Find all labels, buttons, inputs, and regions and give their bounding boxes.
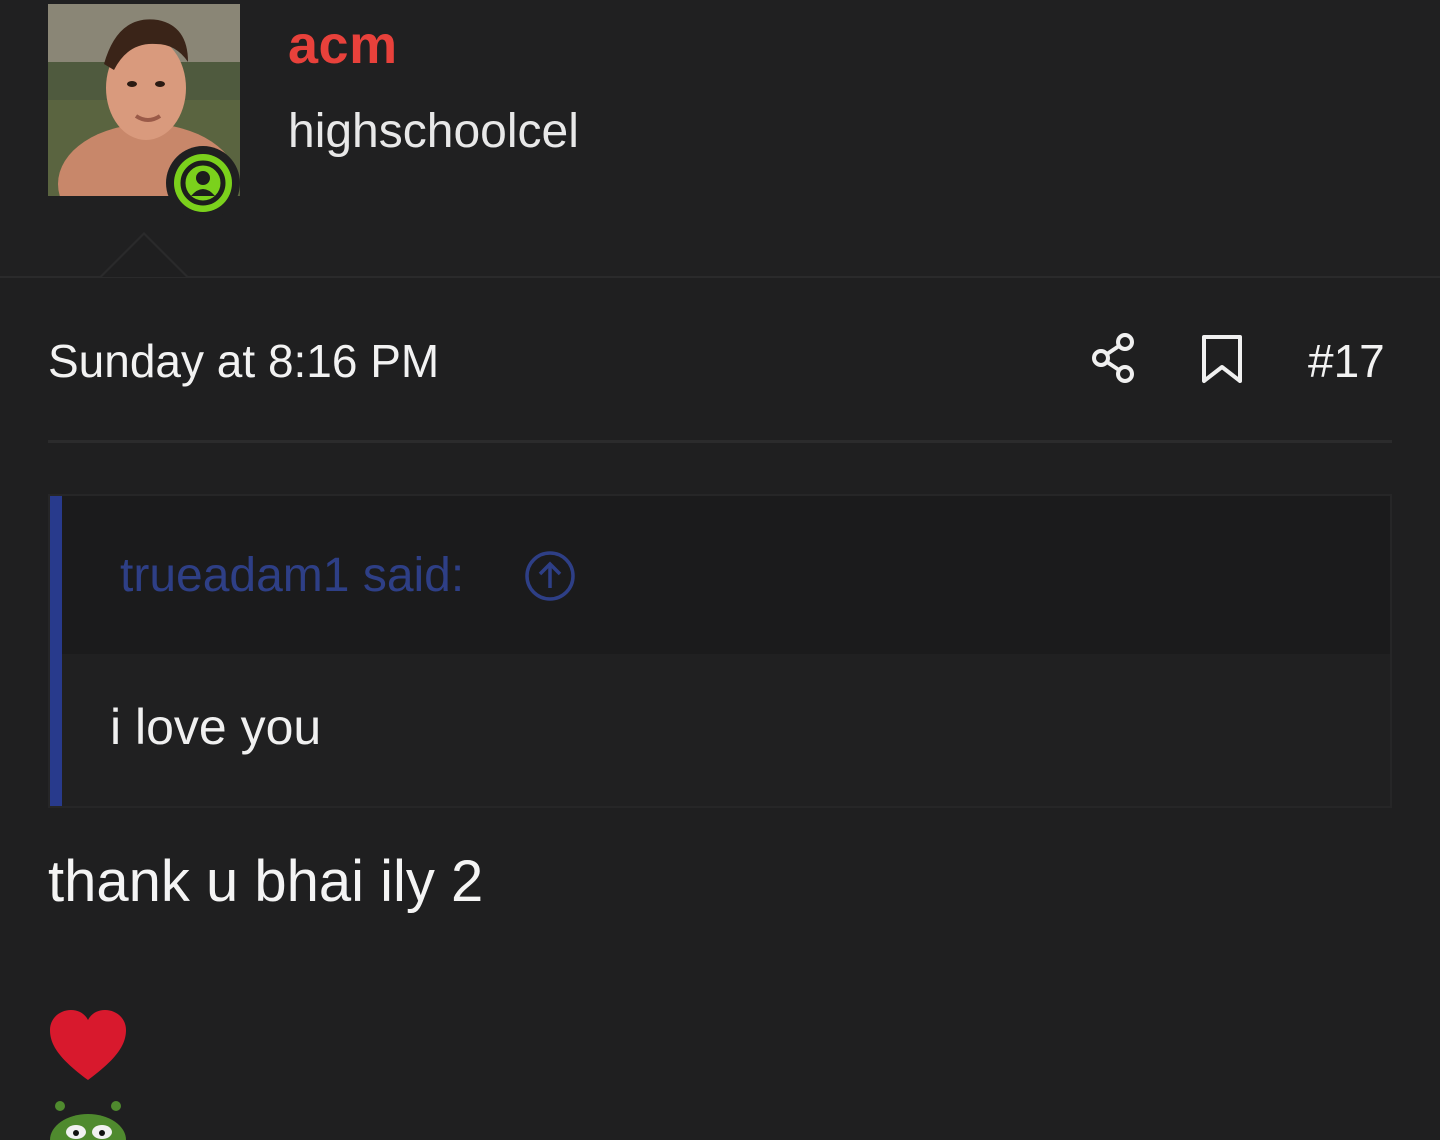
header-pointer (100, 232, 188, 277)
message-text: thank u bhai ily 2 (48, 849, 484, 914)
quote-author-link[interactable]: trueadam1 said: (120, 548, 464, 603)
quote-text: i love you (110, 699, 322, 755)
pepe-emoji (50, 1101, 126, 1140)
post-container: acm highschoolcel Sunday at 8:16 PM #17 … (0, 0, 1440, 1140)
quote-block: trueadam1 said: i love you (48, 494, 1392, 808)
meta-divider (48, 440, 1392, 443)
quote-accent-bar (50, 496, 62, 806)
online-user-icon (174, 154, 232, 212)
post-number-link[interactable]: #17 (1308, 334, 1385, 388)
bookmark-icon[interactable] (1200, 334, 1244, 384)
quote-body: i love you (62, 654, 1390, 806)
user-title: highschoolcel (288, 105, 579, 158)
online-status-badge (166, 146, 240, 220)
username-link[interactable]: acm (288, 14, 398, 76)
share-icon[interactable] (1090, 332, 1140, 384)
quote-header: trueadam1 said: (62, 496, 1390, 654)
arrow-up-circle-icon[interactable] (524, 550, 576, 602)
heart-emoji (50, 1010, 126, 1080)
post-date[interactable]: Sunday at 8:16 PM (48, 334, 439, 388)
post-user-header: acm highschoolcel (0, 0, 1440, 278)
